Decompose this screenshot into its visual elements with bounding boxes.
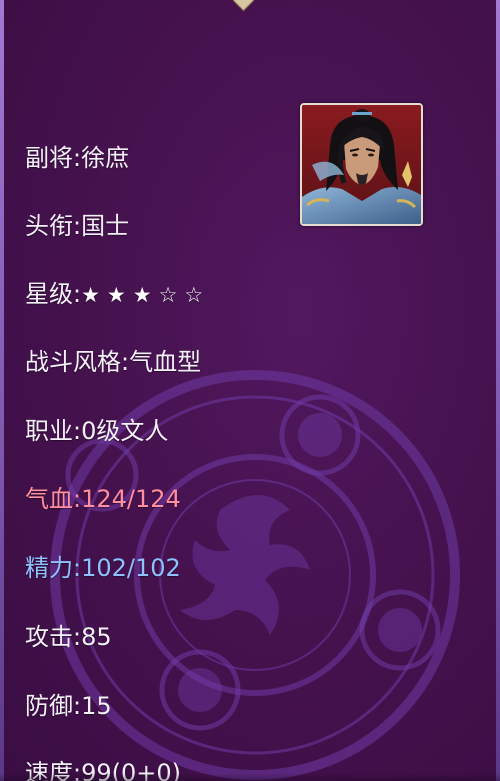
defense-label: 防御 xyxy=(25,692,73,720)
top-ornament-icon xyxy=(232,0,255,12)
energy-label: 精力 xyxy=(25,554,73,582)
panel-frame-right xyxy=(496,0,500,781)
star-icon-empty: ☆ xyxy=(158,283,178,307)
profession-label: 职业 xyxy=(25,417,73,445)
profession-row: 职业:0级文人 xyxy=(25,417,169,445)
attack-row: 攻击:85 xyxy=(25,623,112,651)
star-level-row: 星级:★ ★ ★ ☆ ☆ xyxy=(25,280,204,308)
hp-row: 气血:124/124 xyxy=(25,485,181,513)
energy-value: 102/102 xyxy=(81,554,181,582)
battle-style-label: 战斗风格 xyxy=(25,348,121,376)
profession-value: 0级文人 xyxy=(81,417,169,445)
star-level-label: 星级 xyxy=(25,280,73,308)
defense-value: 15 xyxy=(81,692,112,720)
energy-row: 精力:102/102 xyxy=(25,554,181,582)
title-row: 头衔:国士 xyxy=(25,212,130,240)
general-name: 徐庶 xyxy=(81,144,130,172)
attack-value: 85 xyxy=(81,623,112,651)
panel-frame-left xyxy=(0,0,4,781)
star-icon-filled: ★ xyxy=(132,283,152,307)
character-portrait[interactable] xyxy=(300,103,423,226)
battle-style-row: 战斗风格:气血型 xyxy=(25,348,202,376)
title-value: 国士 xyxy=(81,212,130,240)
general-info-panel: 副将:徐庶 头衔:国士 星级:★ ★ ★ ☆ ☆ 战斗风格:气血型 职业:0级文人 气血… xyxy=(0,0,500,781)
battle-style-value: 气血型 xyxy=(129,348,202,376)
attack-label: 攻击 xyxy=(25,623,73,651)
general-row: 副将:徐庶 xyxy=(25,144,130,172)
hp-value: 124/124 xyxy=(81,485,181,513)
star-icon-empty: ☆ xyxy=(184,283,204,307)
star-icon-filled: ★ xyxy=(106,283,126,307)
star-icon-filled: ★ xyxy=(81,283,100,307)
bottom-fade xyxy=(0,773,500,781)
general-label: 副将 xyxy=(25,144,73,172)
hp-label: 气血 xyxy=(25,485,73,513)
defense-row: 防御:15 xyxy=(25,692,112,720)
title-label: 头衔 xyxy=(25,212,73,240)
